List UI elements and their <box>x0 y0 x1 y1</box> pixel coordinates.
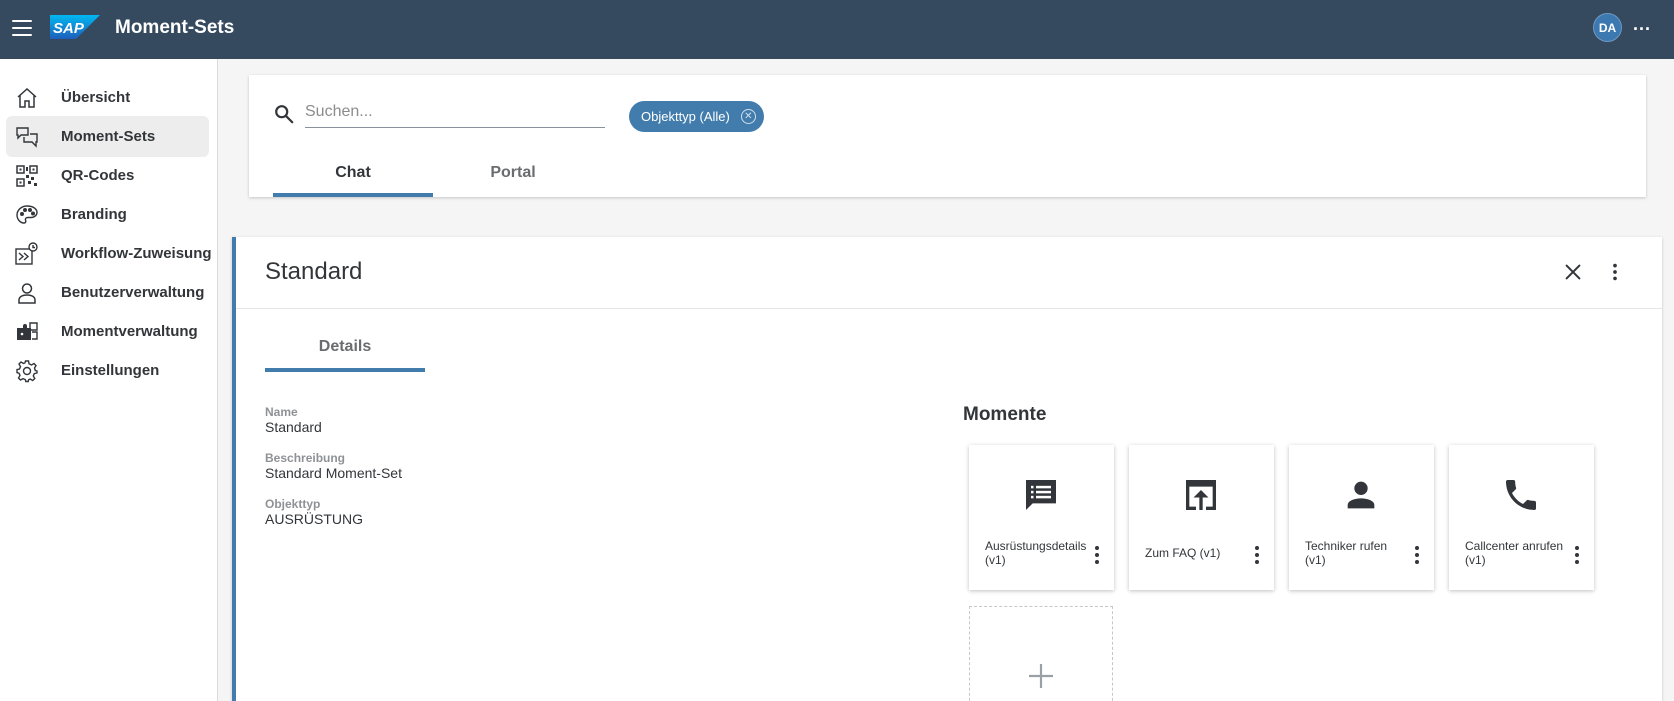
sidebar-item-uebersicht[interactable]: Übersicht <box>6 77 209 118</box>
divider <box>236 308 1662 309</box>
overflow-menu-icon[interactable]: ... <box>1633 14 1651 35</box>
field-label-objekttyp: Objekttyp <box>265 497 321 511</box>
close-icon[interactable] <box>1562 261 1584 283</box>
moment-card-label: Zum FAQ (v1) <box>1145 546 1221 560</box>
gear-icon <box>14 358 40 384</box>
sidebar-item-branding[interactable]: Branding <box>6 194 209 235</box>
search-input[interactable] <box>305 97 605 128</box>
palette-icon <box>14 202 40 228</box>
chat-bubbles-icon <box>14 124 40 150</box>
tab-portal[interactable]: Portal <box>433 164 593 197</box>
momente-heading: Momente <box>963 404 1047 425</box>
tab-chat[interactable]: Chat <box>273 164 433 197</box>
open-in-new-icon <box>1186 480 1216 510</box>
sidebar-item-workflow-zuweisung[interactable]: Workflow-Zuweisung <box>6 233 212 274</box>
sidebar-item-label: Branding <box>61 206 127 223</box>
workflow-icon <box>14 241 40 267</box>
field-label-beschreibung: Beschreibung <box>265 451 346 465</box>
person-icon <box>1347 481 1375 509</box>
sidebar-item-label: Moment-Sets <box>61 128 156 145</box>
detail-panel: Standard Details Name Standard Beschreib… <box>232 237 1662 701</box>
moment-card[interactable]: Techniker rufen (v1) <box>1289 445 1434 590</box>
field-value-name: Standard <box>265 419 322 435</box>
filter-chip-label: Objekttyp (Alle) <box>641 109 730 124</box>
app-title: Moment-Sets <box>115 17 235 38</box>
sidebar-item-label: Einstellungen <box>61 362 160 379</box>
moment-card[interactable]: Zum FAQ (v1) <box>1129 445 1274 590</box>
more-vertical-icon[interactable] <box>1247 543 1267 567</box>
filter-chip[interactable]: Objekttyp (Alle) ✕ <box>629 101 764 132</box>
sidebar-item-einstellungen[interactable]: Einstellungen <box>6 350 209 391</box>
field-value-beschreibung: Standard Moment-Set <box>265 465 402 481</box>
shell-bar: SAP Moment-Sets DA ... <box>0 0 1674 59</box>
search-panel: Objekttyp (Alle) ✕ Chat Portal <box>249 75 1646 197</box>
sidebar-item-label: Übersicht <box>61 89 131 106</box>
more-vertical-icon[interactable] <box>1407 543 1427 567</box>
chip-clear-icon[interactable]: ✕ <box>740 109 756 124</box>
sidebar-item-label: Momentverwaltung <box>61 323 198 340</box>
phone-icon <box>1506 480 1536 510</box>
more-vertical-icon[interactable] <box>1087 543 1107 567</box>
sidebar-item-moment-sets[interactable]: Moment-Sets <box>6 116 209 157</box>
sap-logo[interactable]: SAP <box>50 15 100 39</box>
sidebar-item-label: QR-Codes <box>61 167 135 184</box>
field-value-objekttyp: AUSRÜSTUNG <box>265 511 364 527</box>
sidebar-item-label: Workflow-Zuweisung <box>61 245 212 262</box>
sidebar-item-momentverwaltung[interactable]: Momentverwaltung <box>6 311 209 352</box>
moment-card[interactable]: Callcenter anrufen (v1) <box>1449 445 1594 590</box>
more-vertical-icon[interactable] <box>1567 543 1587 567</box>
search-icon <box>275 105 294 124</box>
sidebar-item-label: Benutzerverwaltung <box>61 284 205 301</box>
sidebar: Übersicht Moment-Sets QR-Codes Branding … <box>0 59 218 701</box>
user-icon <box>14 280 40 306</box>
qr-code-icon <box>14 163 40 189</box>
more-vertical-icon[interactable] <box>1604 261 1626 283</box>
field-label-name: Name <box>265 405 298 419</box>
moment-card-label: Techniker rufen (v1) <box>1305 539 1388 567</box>
menu-icon[interactable] <box>12 20 32 36</box>
tab-details[interactable]: Details <box>265 338 425 372</box>
puzzle-icon <box>14 319 40 345</box>
moment-card[interactable]: Ausrüstungsdetails (v1) <box>969 445 1114 590</box>
detail-title: Standard <box>265 258 363 285</box>
plus-icon <box>1029 664 1053 688</box>
moment-card-label: Callcenter anrufen (v1) <box>1465 539 1564 567</box>
avatar[interactable]: DA <box>1593 13 1622 42</box>
sidebar-item-benutzerverwaltung[interactable]: Benutzerverwaltung <box>6 272 209 313</box>
moment-card-label: Ausrüstungsdetails (v1) <box>985 539 1087 567</box>
svg-text:SAP: SAP <box>53 20 85 37</box>
sidebar-item-qr-codes[interactable]: QR-Codes <box>6 155 209 196</box>
home-icon <box>14 85 40 111</box>
add-moment-button[interactable] <box>969 606 1113 701</box>
list-message-icon <box>1026 480 1056 510</box>
